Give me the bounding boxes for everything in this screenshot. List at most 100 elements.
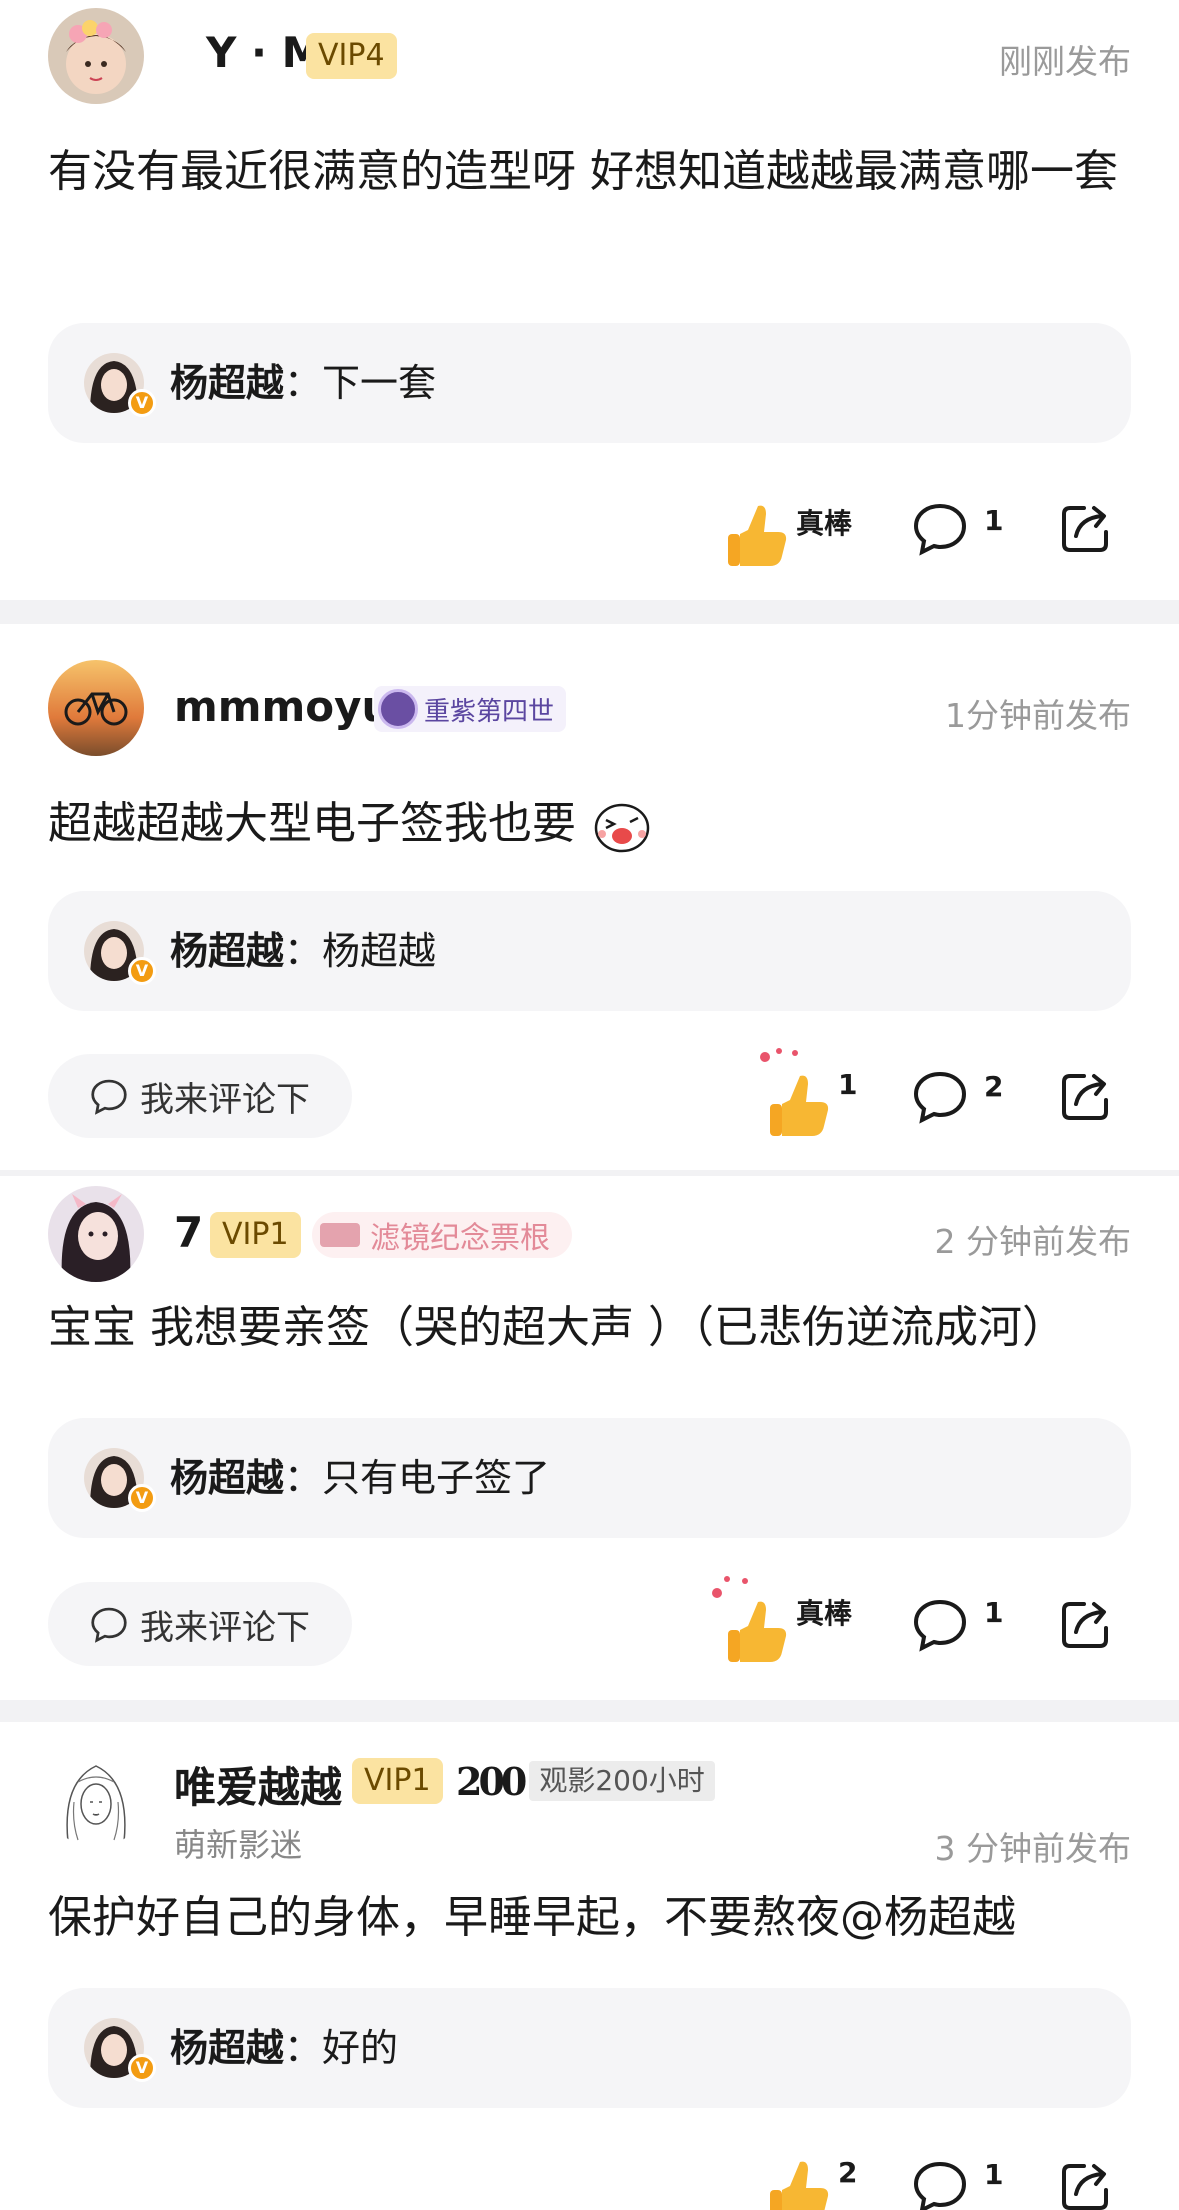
section-divider [0, 600, 1179, 624]
like-button[interactable]: 2 [768, 2156, 868, 2210]
avatar[interactable] [48, 660, 144, 756]
like-button[interactable]: 1 [756, 1048, 858, 1138]
vip-badge: VIP4 [306, 33, 397, 79]
comment-count: 1 [984, 2158, 1004, 2191]
reply-box[interactable]: V 杨超越：只有电子签了 [48, 1418, 1131, 1538]
post-card: 唯爱越越 VIP1 200 观影200小时 萌新影迷 3 分钟前发布 保护好自己… [0, 1722, 1179, 2210]
write-comment-button[interactable]: 我来评论下 [48, 1582, 352, 1666]
comment-count-button[interactable]: 2 [912, 1068, 1012, 1128]
post-time: 2 分钟前发布 [934, 1222, 1132, 1261]
like-sparkle [760, 1052, 770, 1062]
like-sparkle [792, 1050, 798, 1056]
username[interactable]: mmmoyu [174, 682, 391, 731]
like-sparkle [724, 1576, 730, 1582]
medal-badge: 滤镜纪念票根 [312, 1212, 572, 1258]
avatar[interactable] [48, 8, 144, 104]
reply-separator: ： [284, 361, 323, 405]
reply-box[interactable]: V 杨超越：好的 [48, 1988, 1131, 2108]
post-content: 超越超越大型电子签我也要 [48, 782, 1131, 866]
username[interactable]: 7 [174, 1208, 203, 1257]
reply-separator: ： [284, 1456, 323, 1500]
like-label: 真棒 [796, 507, 853, 540]
reply-text: 杨超越 [322, 929, 437, 973]
post-time: 刚刚发布 [999, 42, 1131, 81]
medal-label: 观影200小时 [529, 1761, 715, 1801]
reply-box[interactable]: V 杨超越：杨超越 [48, 891, 1131, 1011]
post-card: mmmoyu 重紫第四世 1分钟前发布 超越超越大型电子签我也要 V 杨超越：杨… [0, 624, 1179, 1170]
like-button[interactable]: 真棒 [708, 1576, 858, 1666]
share-icon [1062, 1074, 1108, 1120]
medal-badge: 200 观影200小时 [456, 1758, 715, 1804]
thumbs-up-icon [728, 505, 787, 566]
share-button[interactable] [1058, 500, 1114, 556]
user-title: 萌新影迷 [174, 1826, 303, 1864]
reply-box[interactable]: V 杨超越：下一套 [48, 323, 1131, 443]
comment-bubble-icon [913, 1599, 967, 1652]
ticket-icon [320, 1223, 360, 1247]
comment-count-button[interactable]: 1 [912, 500, 1012, 560]
reply-text: 好的 [322, 2026, 399, 2070]
laughing-emoji-icon [594, 803, 650, 853]
verified-v-icon: V [128, 1484, 156, 1512]
reply-author[interactable]: 杨超越 [170, 2026, 284, 2070]
comment-count-button[interactable]: 1 [912, 2158, 1012, 2210]
comment-count: 1 [984, 1596, 1004, 1629]
share-button[interactable] [1058, 2158, 1114, 2210]
comment-bubble-icon [913, 503, 967, 556]
avatar[interactable] [48, 1752, 144, 1848]
medal-badge: 重紫第四世 [374, 686, 567, 732]
post-time: 1分钟前发布 [945, 696, 1131, 735]
like-sparkle [776, 1048, 782, 1054]
post-content: 保护好自己的身体，早睡早起，不要熬夜@杨超越 [48, 1892, 1016, 1943]
like-label: 真棒 [796, 1597, 853, 1630]
vip-badge: VIP1 [352, 1758, 443, 1804]
username[interactable]: 唯爱越越 [174, 1754, 342, 1815]
section-divider [0, 1700, 1179, 1722]
avatar[interactable] [48, 1186, 144, 1282]
comment-count-button[interactable]: 1 [912, 1596, 1012, 1656]
medal-label: 重紫第四世 [424, 696, 555, 727]
reply-text: 只有电子签了 [322, 1456, 551, 1500]
thumbs-up-icon [770, 1075, 829, 1136]
reply-author[interactable]: 杨超越 [170, 361, 284, 405]
write-comment-label: 我来评论下 [140, 1607, 310, 1648]
write-comment-label: 我来评论下 [140, 1079, 310, 1120]
thumbs-up-icon [770, 2161, 829, 2210]
reply-author[interactable]: 杨超越 [170, 929, 284, 973]
write-comment-button[interactable]: 我来评论下 [48, 1054, 352, 1138]
share-button[interactable] [1058, 1068, 1114, 1124]
thumbs-up-icon [728, 1601, 787, 1662]
reply-text: 下一套 [322, 361, 437, 405]
comment-bubble-icon [913, 1071, 967, 1124]
share-icon [1062, 2164, 1108, 2210]
comment-count: 1 [984, 504, 1004, 537]
medal-label: 滤镜纪念票根 [370, 1221, 550, 1256]
comment-count: 2 [984, 1070, 1004, 1103]
hours-medal-icon: 200 [456, 1758, 527, 1804]
verified-v-icon: V [128, 957, 156, 985]
comment-bubble-icon [91, 1079, 127, 1115]
like-count: 1 [838, 1068, 858, 1101]
medal-icon [378, 689, 418, 729]
comment-feed: Y · M VIP4 刚刚发布 有没有最近很满意的造型呀 好想知道越越最满意哪一… [0, 0, 1179, 2210]
post-card: Y · M VIP4 刚刚发布 有没有最近很满意的造型呀 好想知道越越最满意哪一… [0, 0, 1179, 600]
like-sparkle [712, 1588, 722, 1598]
reply-author[interactable]: 杨超越 [170, 1456, 284, 1500]
post-content: 有没有最近很满意的造型呀 好想知道越越最满意哪一套 [48, 146, 1118, 197]
verified-v-icon: V [128, 2054, 156, 2082]
like-count: 2 [838, 2156, 858, 2189]
reply-separator: ： [284, 929, 323, 973]
like-button[interactable]: 真棒 [726, 494, 856, 566]
post-content: 宝宝 我想要亲签（哭的超大声 ）（已悲伤逆流成河） [48, 1302, 1066, 1353]
share-icon [1062, 506, 1108, 552]
share-button[interactable] [1058, 1596, 1114, 1652]
verified-v-icon: V [128, 389, 156, 417]
vip-badge: VIP1 [210, 1212, 301, 1258]
post-card: 7 VIP1 滤镜纪念票根 2 分钟前发布 宝宝 我想要亲签（哭的超大声 ）（已… [0, 1176, 1179, 1700]
share-icon [1062, 1602, 1108, 1648]
comment-bubble-icon [913, 2161, 967, 2210]
reply-separator: ： [284, 2026, 323, 2070]
like-sparkle [742, 1578, 748, 1584]
comment-bubble-icon [91, 1607, 127, 1643]
post-time: 3 分钟前发布 [934, 1829, 1132, 1868]
